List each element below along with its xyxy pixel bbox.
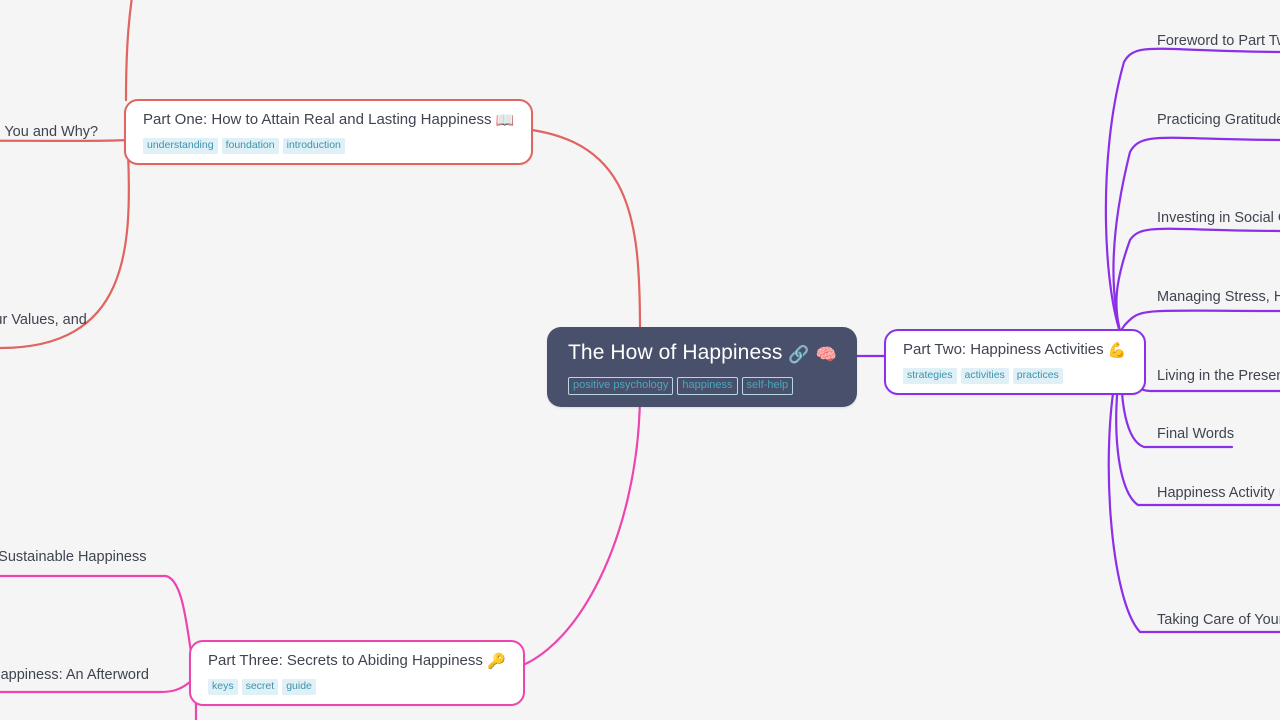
- leaf-label-part-two-7[interactable]: Taking Care of Your B: [1157, 611, 1280, 629]
- tag[interactable]: activities: [960, 368, 1009, 384]
- central-node-title: The How of Happiness 🔗 🧠: [568, 340, 837, 368]
- central-node-title-text: The How of Happiness: [568, 341, 783, 364]
- link-center-part-three: [490, 390, 642, 674]
- leaf-label-part-one-0[interactable]: Are You and Why?: [0, 123, 98, 141]
- link-part-two-child-1: [1112, 136, 1280, 348]
- tag[interactable]: understanding: [143, 138, 218, 154]
- leaf-label-part-two-2[interactable]: Investing in Social C: [1157, 209, 1280, 227]
- branch-node-tags: strategies activities practices: [903, 365, 1127, 384]
- book-icon: 📖: [495, 112, 515, 129]
- tag[interactable]: strategies: [903, 368, 957, 384]
- tag[interactable]: practices: [1012, 368, 1063, 384]
- branch-node-title-text: Part One: How to Attain Real and Lasting…: [143, 111, 492, 128]
- branch-node-part-three[interactable]: Part Three: Secrets to Abiding Happiness…: [189, 640, 525, 706]
- leaf-label-part-two-4[interactable]: Living in the Present: [1157, 367, 1280, 385]
- leaf-label-part-one-1[interactable]: Your Values, and: [0, 311, 87, 329]
- tag[interactable]: happiness: [677, 377, 738, 395]
- tag[interactable]: introduction: [282, 138, 345, 154]
- branch-node-title-text: Part Three: Secrets to Abiding Happiness: [208, 652, 483, 669]
- leaf-label-part-three-1[interactable]: g Happiness: An Afterword: [0, 666, 149, 684]
- tag[interactable]: secret: [241, 679, 279, 695]
- branch-node-part-one[interactable]: Part One: How to Attain Real and Lasting…: [124, 99, 534, 165]
- leaf-label-part-three-0[interactable]: nd Sustainable Happiness: [0, 548, 146, 566]
- link-part-three-child-0: [0, 574, 193, 654]
- central-node-tags: positive psychology happiness self-help: [568, 375, 837, 395]
- branch-node-part-two[interactable]: Part Two: Happiness Activities 💪 strateg…: [884, 329, 1146, 395]
- branch-node-title-text: Part Two: Happiness Activities: [903, 341, 1104, 358]
- link-part-one-child-0: [124, 0, 133, 102]
- central-node[interactable]: The How of Happiness 🔗 🧠 positive psycho…: [547, 327, 857, 407]
- branch-node-tags: keys secret guide: [208, 676, 506, 695]
- tag[interactable]: guide: [282, 679, 316, 695]
- leaf-label-part-two-3[interactable]: Managing Stress, Ha: [1157, 288, 1280, 306]
- link-icon: 🔗: [788, 345, 810, 364]
- leaf-label-part-two-0[interactable]: Foreword to Part Tw: [1157, 32, 1280, 50]
- tag[interactable]: keys: [208, 679, 238, 695]
- brain-icon: 🧠: [815, 345, 837, 364]
- mindmap-canvas[interactable]: The How of Happiness 🔗 🧠 positive psycho…: [0, 0, 1280, 720]
- branch-node-tags: understanding foundation introduction: [143, 135, 514, 154]
- flexed-biceps-icon: 💪: [1107, 342, 1127, 359]
- tag[interactable]: positive psychology: [568, 377, 674, 395]
- tag[interactable]: self-help: [741, 377, 794, 395]
- branch-node-title: Part Three: Secrets to Abiding Happiness…: [208, 651, 506, 671]
- leaf-label-part-two-5[interactable]: Final Words: [1157, 425, 1234, 443]
- key-icon: 🔑: [487, 653, 506, 670]
- tag[interactable]: foundation: [221, 138, 279, 154]
- leaf-label-part-two-1[interactable]: Practicing Gratitude: [1157, 111, 1280, 129]
- branch-node-title: Part One: How to Attain Real and Lasting…: [143, 110, 514, 130]
- leaf-label-part-two-6[interactable]: Happiness Activity N: [1157, 484, 1280, 502]
- branch-node-title: Part Two: Happiness Activities 💪: [903, 340, 1127, 360]
